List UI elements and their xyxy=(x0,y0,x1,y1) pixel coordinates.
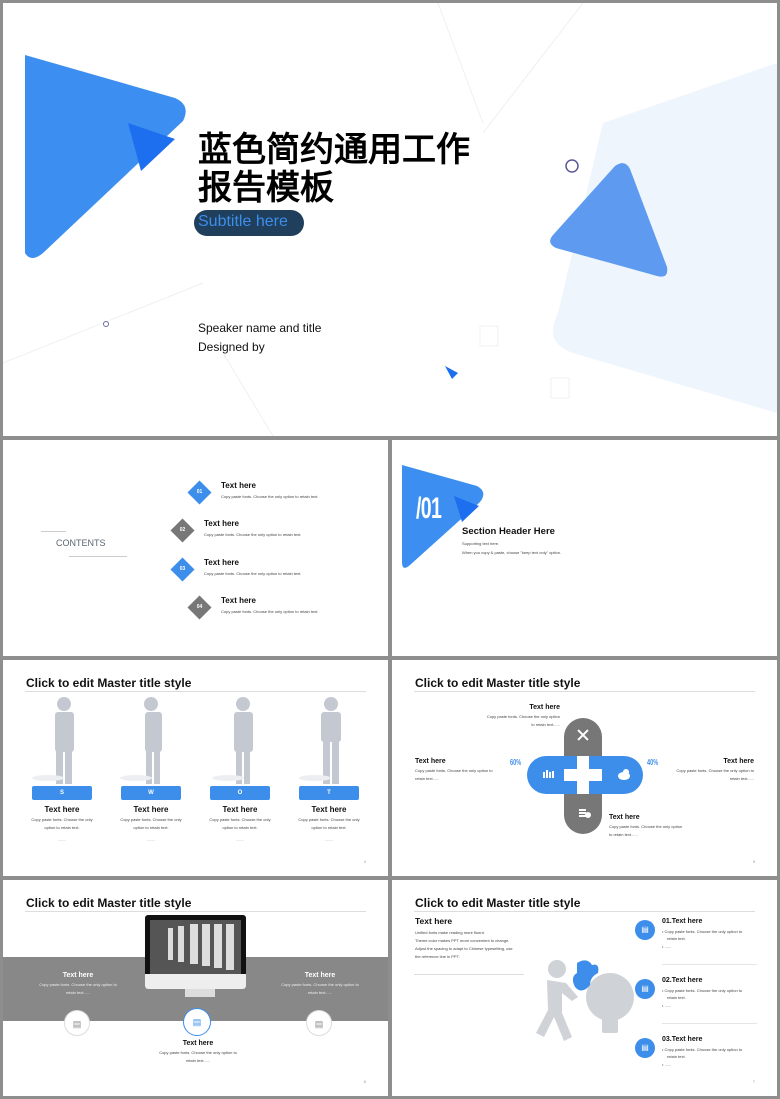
window-photo xyxy=(150,920,241,974)
person-silhouette-icon xyxy=(55,697,74,784)
building-icon: ▤ xyxy=(635,920,655,940)
ring-icon xyxy=(565,159,579,173)
divider-bottom xyxy=(69,556,127,557)
center-text-block: Text here Copy paste fonts. Choose the o… xyxy=(159,1040,237,1063)
swot-item: Text here Copy paste fonts. Choose the o… xyxy=(120,805,182,842)
slide1-decoration xyxy=(3,3,777,436)
subtitle-pill[interactable]: Subtitle here xyxy=(194,210,304,236)
divider xyxy=(662,964,757,965)
person-silhouette-icon xyxy=(234,697,253,784)
section-supporting-text: Supporting text here. When you copy & pa… xyxy=(462,541,562,555)
puzzle-person-illustration xyxy=(536,960,634,1041)
square-outline-shape xyxy=(550,377,570,399)
speaker-name: Speaker name and title xyxy=(198,321,322,335)
title-line-1: 蓝色简约通用工作 xyxy=(198,131,470,169)
slide-2-contents[interactable]: CONTENTS 01 Text here Copy paste fonts. … xyxy=(3,440,388,656)
building-icon-active[interactable]: ▤ xyxy=(183,1008,211,1036)
item-title: Text here xyxy=(221,596,256,605)
item-title: Text here xyxy=(204,519,239,528)
left-text-block: Text here Copy paste fonts. Choose the o… xyxy=(415,758,493,781)
tiny-triangle-shape xyxy=(445,366,458,379)
slide-title: Click to edit Master title style xyxy=(415,896,581,910)
slide-3-section-header[interactable]: /01 Section Header Here Supporting text … xyxy=(392,440,777,656)
section-triangle-shape xyxy=(402,465,484,568)
number-diamond: 03 xyxy=(170,557,195,582)
swot-w-button[interactable]: W xyxy=(121,786,181,800)
right-text-block: Text here Copy paste fonts. Choose the o… xyxy=(676,758,754,781)
slide-5-cross[interactable]: Click to edit Master title style Text he… xyxy=(392,660,777,876)
presentation-title[interactable]: 蓝色简约通用工作 报告模板 xyxy=(198,131,470,207)
number-diamond: 01 xyxy=(187,480,212,505)
left-text-block: Text here Copy paste fonts. Choose the o… xyxy=(39,972,117,995)
designed-by: Designed by xyxy=(198,340,265,354)
left-percent: 60% xyxy=(510,758,522,767)
right-text-block: Text here Copy paste fonts. Choose the o… xyxy=(281,972,359,995)
speaker-block[interactable]: Speaker name and title Designed by xyxy=(198,319,321,357)
title-underline xyxy=(25,911,366,912)
subtitle-text: Subtitle here xyxy=(198,213,288,230)
swot-t-button[interactable]: T xyxy=(299,786,359,800)
item-desc: Copy paste fonts. Choose the only option… xyxy=(221,494,319,499)
contents-heading: CONTENTS xyxy=(56,538,106,548)
top-text-block: Text here Copy paste fonts. Choose the o… xyxy=(486,704,560,727)
person-silhouette-icon xyxy=(144,697,162,784)
building-icon: ▤ xyxy=(635,1038,655,1058)
item-desc: Copy paste fonts. Choose the only option… xyxy=(221,609,319,614)
swot-s-button[interactable]: S xyxy=(32,786,92,800)
slide-7-puzzle[interactable]: Click to edit Master title style Text he… xyxy=(392,880,777,1096)
square-outline-shape xyxy=(479,325,499,347)
slide-1-title[interactable]: 蓝色简约通用工作 报告模板 Subtitle here Speaker name… xyxy=(3,3,777,436)
swot-item: Text here Copy paste fonts. Choose the o… xyxy=(209,805,271,842)
slide-6-monitor[interactable]: Click to edit Master title style Text he… xyxy=(3,880,388,1096)
title-underline xyxy=(414,911,755,912)
page-number: 5 xyxy=(752,859,755,864)
building-icon[interactable]: ▤ xyxy=(64,1010,90,1036)
big-blue-triangle-shape xyxy=(25,55,186,258)
item-desc: Copy paste fonts. Choose the only option… xyxy=(204,532,302,537)
page-number: 6 xyxy=(363,1079,366,1084)
section-header: Section Header Here xyxy=(462,526,555,537)
slide-title: Click to edit Master title style xyxy=(26,896,192,910)
building-icon: ▤ xyxy=(635,979,655,999)
bottom-text-block: Text here Copy paste fonts. Choose the o… xyxy=(609,814,683,837)
number-diamond: 02 xyxy=(170,518,195,543)
divider xyxy=(662,1023,757,1024)
item-title: Text here xyxy=(221,481,256,490)
intro-divider xyxy=(414,974,524,975)
swot-item: Text here Copy paste fonts. Choose the o… xyxy=(31,805,93,842)
page-number: 7 xyxy=(752,1079,755,1084)
number-diamond: 04 xyxy=(187,595,212,620)
item-desc: Copy paste fonts. Choose the only option… xyxy=(204,571,302,576)
monitor-screen xyxy=(145,915,246,989)
swot-item: Text here Copy paste fonts. Choose the o… xyxy=(298,805,360,842)
item-title: Text here xyxy=(204,558,239,567)
section-number: /01 xyxy=(416,492,442,525)
intro-block: Text here Unified fonts make reading mor… xyxy=(415,916,513,959)
monitor-stand xyxy=(185,989,215,997)
building-icon[interactable]: ▤ xyxy=(306,1010,332,1036)
swot-o-button[interactable]: O xyxy=(210,786,270,800)
page-number: 4 xyxy=(363,859,366,864)
slide-4-swot[interactable]: Click to edit Master title style S W O T… xyxy=(3,660,388,876)
divider-top xyxy=(41,531,66,532)
title-line-2: 报告模板 xyxy=(198,169,334,207)
slide-sorter-grid: 蓝色简约通用工作 报告模板 Subtitle here Speaker name… xyxy=(0,0,780,1099)
person-silhouette-icon xyxy=(321,697,341,784)
